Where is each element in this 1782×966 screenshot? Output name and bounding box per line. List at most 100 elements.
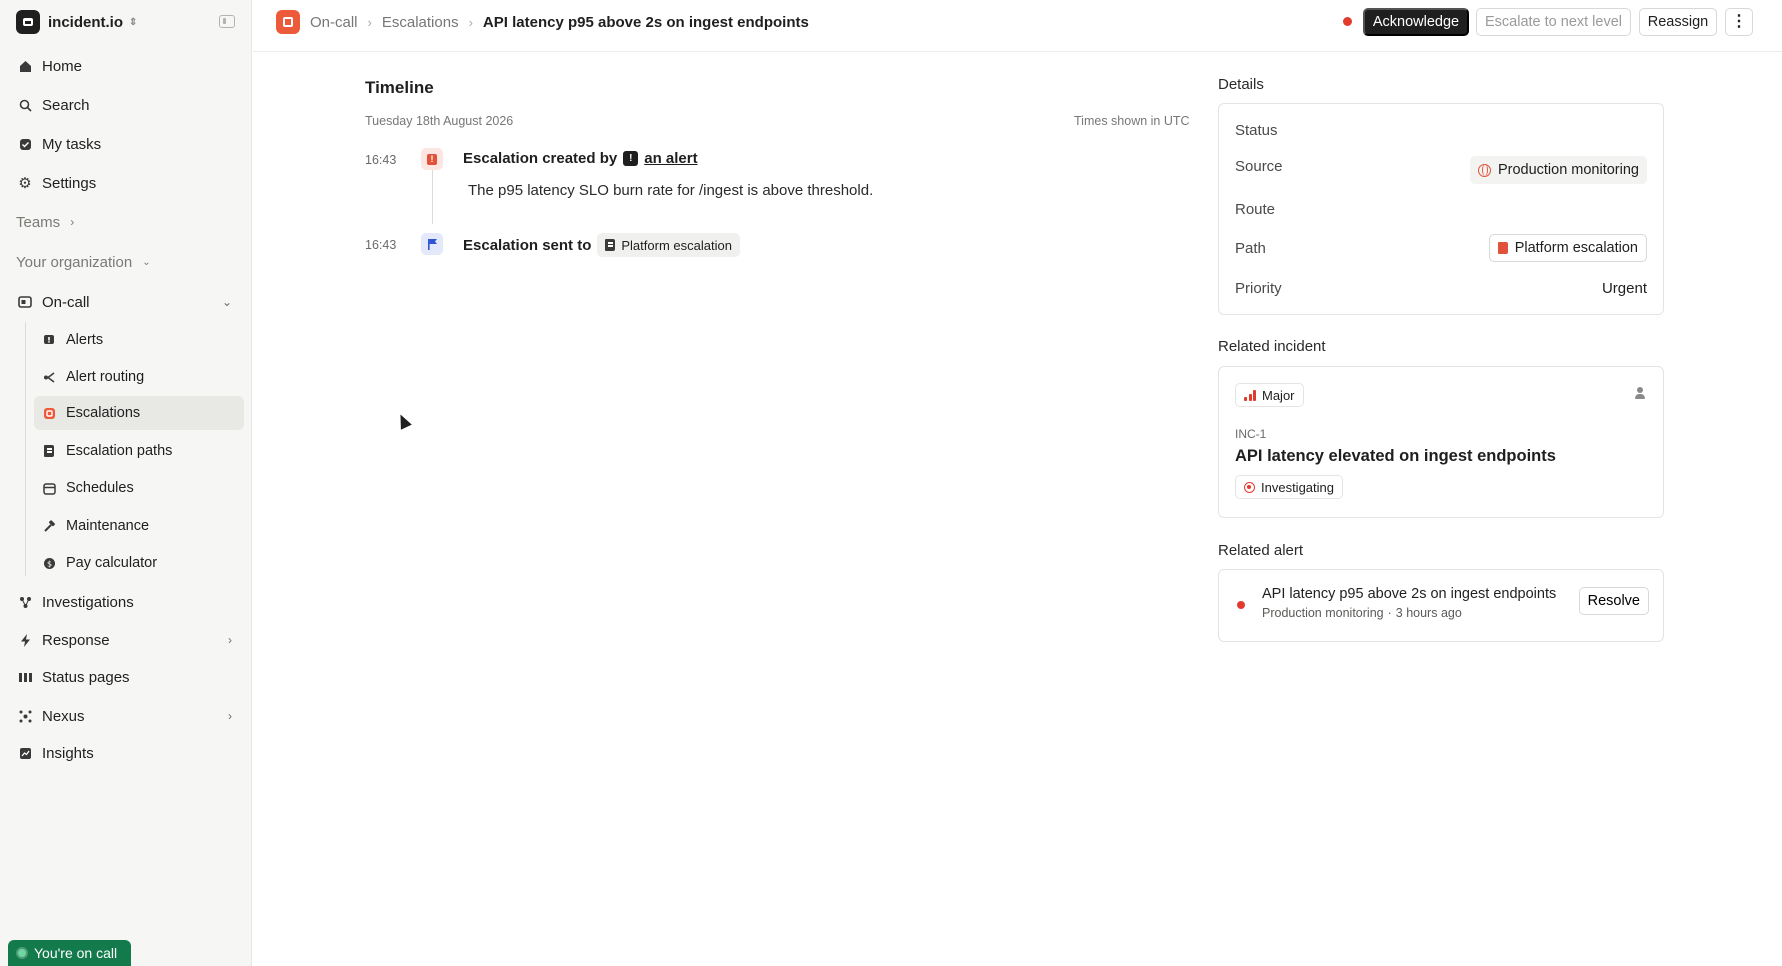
alert-icon: ! <box>623 151 639 166</box>
on-call-icon <box>18 295 32 309</box>
timeline-event-title: Escalation sent to Platform escalation <box>463 233 740 257</box>
book-icon <box>605 239 616 251</box>
sidebar-item-label: Status pages <box>42 668 130 686</box>
timeline-event-time: 16:43 <box>365 153 397 167</box>
sidebar-item-escalation-paths[interactable]: Escalation paths <box>34 434 244 468</box>
sidebar-item-response[interactable]: Response › <box>8 623 244 657</box>
routing-icon <box>42 370 56 384</box>
sidebar-item-search[interactable]: Search <box>8 88 244 122</box>
details-heading: Details <box>1218 76 1264 93</box>
related-incident-heading: Related incident <box>1218 338 1326 355</box>
incident-title[interactable]: API latency elevated on ingest endpoints <box>1235 447 1556 466</box>
source-pill[interactable]: Production monitoring <box>1469 156 1647 184</box>
sidebar-section-organization[interactable]: Your organization ⌄ <box>8 245 244 279</box>
timezone-note: Times shown in UTC <box>1074 114 1190 128</box>
sidebar-item-label: Investigations <box>42 593 134 611</box>
hammer-icon <box>42 519 56 533</box>
org-name: incident.io <box>48 13 123 31</box>
alert-title[interactable]: API latency p95 above 2s on ingest endpo… <box>1262 586 1556 602</box>
timeline-event-description: The p95 latency SLO burn rate for /inges… <box>468 182 874 199</box>
sidebar-item-label: Search <box>42 96 90 114</box>
chevron-right-icon: › <box>468 14 473 30</box>
escalate-next-level-button[interactable]: Escalate to next level <box>1476 8 1631 36</box>
priority-value: Urgent <box>1601 279 1647 297</box>
breadcrumb: On-call › Escalations › API latency p95 … <box>276 10 809 34</box>
calendar-icon <box>42 481 56 495</box>
details-card: Status Source Production monitoring Rout… <box>1218 103 1664 315</box>
book-icon <box>1497 242 1508 254</box>
sidebar-item-home[interactable]: Home <box>8 49 244 83</box>
sidebar-item-investigations[interactable]: Investigations <box>8 585 244 619</box>
alert-icon <box>42 333 56 347</box>
sidebar-collapse-icon[interactable] <box>219 15 235 28</box>
alert-meta: Production monitoring · 3 hours ago <box>1262 606 1462 620</box>
escalation-path-chip[interactable]: Platform escalation <box>597 233 740 257</box>
alert-icon: ! <box>421 148 443 170</box>
home-icon <box>18 59 32 73</box>
sidebar-item-escalations[interactable]: Escalations <box>34 396 244 430</box>
sidebar-item-status-pages[interactable]: Status pages <box>8 660 244 694</box>
alert-link[interactable]: an alert <box>644 150 697 167</box>
incident-id: INC-1 <box>1235 427 1267 441</box>
sidebar-item-nexus[interactable]: Nexus › <box>8 699 244 733</box>
target-icon <box>1244 481 1255 493</box>
breadcrumb-on-call[interactable]: On-call <box>310 14 358 31</box>
sidebar-item-maintenance[interactable]: Maintenance <box>34 509 244 543</box>
bars-icon <box>18 670 32 684</box>
timeline-event-title: Escalation created by ! an alert <box>463 150 698 167</box>
sidebar-item-label: Response <box>42 631 110 649</box>
resolve-button[interactable]: Resolve <box>1578 587 1649 615</box>
chevron-right-icon: › <box>367 14 372 30</box>
status-dot-icon <box>18 949 26 957</box>
mouse-cursor-icon <box>395 411 412 430</box>
page-title: API latency p95 above 2s on ingest endpo… <box>482 13 809 31</box>
related-alert-card[interactable]: API latency p95 above 2s on ingest endpo… <box>1218 569 1664 642</box>
sub-nav-line <box>25 322 26 576</box>
person-icon[interactable] <box>1635 387 1645 399</box>
sidebar-item-label: Pay calculator <box>66 555 158 571</box>
breadcrumb-escalations[interactable]: Escalations <box>382 14 459 31</box>
tasks-icon <box>18 137 32 151</box>
sidebar-section-label: Teams <box>16 213 61 231</box>
severity-badge: Major <box>1235 383 1304 407</box>
kebab-icon: ⋮ <box>1731 13 1747 30</box>
sidebar-item-alerts[interactable]: Alerts <box>34 323 244 357</box>
more-options-button[interactable]: ⋮ <box>1725 8 1753 36</box>
sidebar-section-label: Your organization <box>16 253 133 271</box>
flag-icon <box>421 233 443 255</box>
sidebar-item-label: Escalation paths <box>66 443 173 459</box>
severity-bars-icon <box>1244 389 1256 401</box>
sidebar-item-settings[interactable]: ⚙ Settings <box>8 166 244 200</box>
sidebar-item-alert-routing[interactable]: Alert routing <box>34 360 244 394</box>
sidebar: incident.io ⇕ Home Search My tasks ⚙ Set… <box>0 0 252 966</box>
org-switcher[interactable]: incident.io ⇕ <box>16 10 137 34</box>
sidebar-item-on-call[interactable]: On-call ⌄ <box>8 285 244 319</box>
detail-row-status: Status <box>1235 121 1278 139</box>
acknowledge-button[interactable]: Acknowledge <box>1363 8 1469 36</box>
chevron-updown-icon: ⇕ <box>129 16 138 28</box>
related-incident-card[interactable]: Major INC-1 API latency elevated on inge… <box>1218 366 1664 518</box>
sidebar-item-label: Nexus <box>42 707 85 725</box>
chevron-right-icon: › <box>228 633 232 647</box>
sidebar-item-label: Maintenance <box>66 518 150 534</box>
chevron-down-icon: ⌄ <box>221 295 232 309</box>
sidebar-item-insights[interactable]: Insights <box>8 736 244 770</box>
on-call-status-badge[interactable]: You're on call <box>8 940 132 966</box>
network-icon <box>18 595 32 609</box>
detail-row-priority: Priority Urgent <box>1235 279 1647 297</box>
top-bar: On-call › Escalations › API latency p95 … <box>253 0 1782 52</box>
reassign-button[interactable]: Reassign <box>1639 8 1717 36</box>
sidebar-item-my-tasks[interactable]: My tasks <box>8 127 244 161</box>
timeline-heading: Timeline <box>365 78 434 97</box>
sidebar-item-label: On-call <box>42 293 90 311</box>
detail-row-path: Path Platform escalation <box>1235 234 1647 262</box>
sidebar-item-pay-calculator[interactable]: $ Pay calculator <box>34 546 244 580</box>
timeline-event-time: 16:43 <box>365 238 397 252</box>
timeline-connector <box>432 168 433 224</box>
sidebar-item-label: Alert routing <box>66 369 145 385</box>
sidebar-section-teams[interactable]: Teams › <box>8 205 244 239</box>
sidebar-item-schedules[interactable]: Schedules <box>34 471 244 505</box>
nexus-icon <box>18 709 32 723</box>
chevron-down-icon: ⌄ <box>142 256 151 268</box>
path-pill[interactable]: Platform escalation <box>1488 234 1647 262</box>
